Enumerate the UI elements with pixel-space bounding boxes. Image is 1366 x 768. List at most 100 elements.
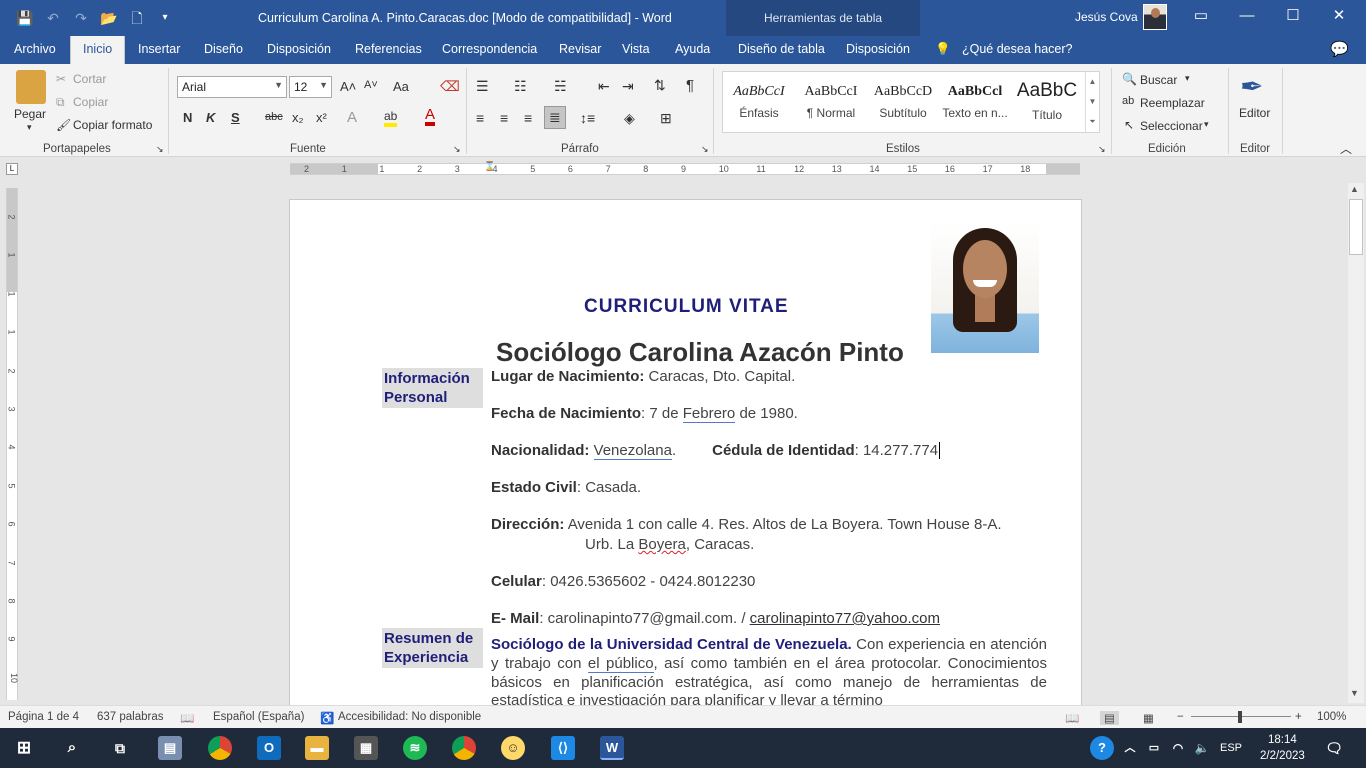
scroll-up-icon[interactable]: ▲	[1350, 184, 1359, 194]
customize-qat-icon[interactable]: ▾	[156, 9, 174, 27]
tab-vista[interactable]: Vista	[622, 42, 650, 56]
wifi-icon[interactable]: ◠	[1166, 736, 1190, 760]
task-view-icon[interactable]: ⧉	[108, 736, 132, 760]
sort-icon[interactable]: ⇅	[654, 77, 666, 94]
styles-scroll[interactable]: ▲ ▼ ⏷	[1085, 72, 1099, 132]
replace-button[interactable]: Reemplazar	[1140, 96, 1205, 110]
tab-selector-icon[interactable]: L	[6, 163, 18, 175]
spotify-icon[interactable]: ≋	[403, 736, 427, 760]
document-page[interactable]: CURRICULUM VITAE Sociólogo Carolina Azac…	[289, 199, 1082, 709]
zoom-level[interactable]: 100%	[1317, 711, 1346, 723]
documents-app-icon[interactable]: ▤	[158, 736, 182, 760]
cut-button[interactable]: Cortar	[73, 72, 106, 86]
ribbon-display-options-icon[interactable]: ▭	[1178, 0, 1224, 32]
help-icon[interactable]: ?	[1090, 736, 1114, 760]
vertical-scrollbar[interactable]: ▲ ▼	[1348, 183, 1364, 703]
page-count[interactable]: Página 1 de 4	[8, 711, 79, 723]
chevron-down-icon[interactable]: ▾	[1185, 73, 1190, 84]
increase-indent-icon[interactable]: ⇥	[622, 78, 634, 95]
tab-inicio[interactable]: Inicio	[70, 36, 126, 64]
align-center-icon[interactable]: ≡	[500, 110, 508, 126]
editor-button[interactable]: Editor	[1239, 106, 1270, 120]
open-icon[interactable]: 📂	[100, 9, 118, 27]
word-icon[interactable]: W	[600, 736, 624, 760]
search-icon[interactable]: ⌕	[60, 736, 84, 760]
font-color-button[interactable]: A	[425, 107, 436, 126]
volume-icon[interactable]: 🔈	[1190, 736, 1214, 760]
grow-font-button[interactable]: A˄	[340, 79, 356, 94]
copy-button[interactable]: Copiar	[73, 95, 108, 109]
multilevel-list-icon[interactable]: ☵	[554, 78, 567, 95]
user-name[interactable]: Jesús Cova	[1075, 10, 1138, 24]
zoom-slider-thumb[interactable]	[1238, 711, 1242, 723]
bullets-icon[interactable]: ☰	[476, 78, 489, 95]
justify-icon[interactable]: ≣	[544, 106, 566, 129]
print-layout-icon[interactable]: ▤	[1100, 711, 1119, 725]
notifications-icon[interactable]: 🗨	[1322, 736, 1346, 760]
new-document-icon[interactable]: 🗋	[128, 9, 146, 27]
avatar[interactable]	[1143, 4, 1167, 30]
numbering-icon[interactable]: ☷	[514, 78, 527, 95]
chrome-profile-icon[interactable]	[452, 736, 476, 760]
redo-icon[interactable]: ↷	[72, 9, 90, 27]
undo-icon[interactable]: ↶	[44, 9, 62, 27]
style-texto-en-negrita[interactable]: AaBbCcl Texto en n...	[939, 72, 1011, 132]
font-launcher-icon[interactable]: ↘	[453, 144, 461, 155]
collapse-ribbon-icon[interactable]: ︿	[1340, 140, 1352, 157]
tab-correspondencia[interactable]: Correspondencia	[442, 42, 537, 56]
paragraph-launcher-icon[interactable]: ↘	[701, 144, 709, 155]
align-right-icon[interactable]: ≡	[524, 110, 532, 126]
find-button[interactable]: Buscar	[1140, 73, 1177, 87]
tab-diseno[interactable]: Diseño	[204, 42, 243, 56]
style-titulo[interactable]: AaBbC Título	[1011, 72, 1083, 132]
font-family-select[interactable]: Arial ▼	[177, 76, 287, 98]
proofing-icon[interactable]: 📖	[180, 711, 194, 725]
scroll-thumb[interactable]	[1349, 199, 1363, 255]
tab-diseno-de-tabla[interactable]: Diseño de tabla	[738, 42, 825, 56]
shading-icon[interactable]: ◈	[624, 110, 635, 127]
web-layout-icon[interactable]: ▦	[1143, 711, 1154, 725]
paste-icon[interactable]	[16, 70, 46, 104]
language[interactable]: Español (España)	[213, 711, 304, 723]
close-icon[interactable]: ✕	[1316, 0, 1362, 32]
text-effects-button[interactable]: A	[347, 109, 357, 126]
superscript-button[interactable]: x²	[316, 110, 327, 125]
underline-button[interactable]: S	[231, 110, 240, 125]
borders-icon[interactable]: ⊞	[660, 110, 672, 127]
italic-button[interactable]: K	[206, 110, 215, 125]
editor-pen-icon[interactable]: ✒	[1240, 70, 1263, 103]
minimize-icon[interactable]: —	[1224, 0, 1270, 32]
change-case-button[interactable]: Aa	[393, 79, 409, 94]
scroll-down-icon[interactable]: ▼	[1350, 688, 1359, 698]
align-left-icon[interactable]: ≡	[476, 110, 484, 126]
show-marks-icon[interactable]: ¶	[686, 77, 694, 94]
subscript-button[interactable]: x₂	[292, 110, 304, 125]
line-spacing-icon[interactable]: ↕≡	[580, 110, 595, 126]
emoji-app-icon[interactable]: ☺	[501, 736, 525, 760]
tab-disposicion-tabla[interactable]: Disposición	[846, 42, 910, 56]
tab-ayuda[interactable]: Ayuda	[675, 42, 710, 56]
zoom-in-icon[interactable]: +	[1295, 711, 1302, 723]
clear-formatting-icon[interactable]: ⌫	[440, 78, 460, 95]
strikethrough-button[interactable]: abc	[265, 111, 283, 123]
decrease-indent-icon[interactable]: ⇤	[598, 78, 610, 95]
clock[interactable]: 18:14 2/2/2023	[1260, 732, 1305, 764]
tab-insertar[interactable]: Insertar	[138, 42, 180, 56]
font-size-select[interactable]: 12 ▼	[289, 76, 332, 98]
input-language[interactable]: ESP	[1216, 736, 1246, 760]
chrome-icon[interactable]	[208, 736, 232, 760]
email-link[interactable]: carolinapinto77@yahoo.com	[750, 610, 940, 627]
indent-marker-icon[interactable]: ⌛	[484, 161, 495, 172]
outlook-icon[interactable]: O	[257, 736, 281, 760]
select-button[interactable]: Seleccionar	[1140, 119, 1203, 133]
tell-me-search[interactable]: ¿Qué desea hacer?	[962, 42, 1073, 56]
clipboard-launcher-icon[interactable]: ↘	[156, 144, 164, 155]
show-hidden-icons-icon[interactable]: ︿	[1118, 736, 1142, 760]
highlight-button[interactable]: ab	[384, 109, 398, 127]
maximize-icon[interactable]: ☐	[1270, 0, 1316, 32]
style-enfasis[interactable]: AaBbCcI Énfasis	[723, 72, 795, 132]
tab-referencias[interactable]: Referencias	[355, 42, 422, 56]
calculator-icon[interactable]: ▦	[354, 736, 378, 760]
style-subtitulo[interactable]: AaBbCcD Subtítulo	[867, 72, 939, 132]
comments-icon[interactable]: 💬	[1330, 40, 1349, 58]
